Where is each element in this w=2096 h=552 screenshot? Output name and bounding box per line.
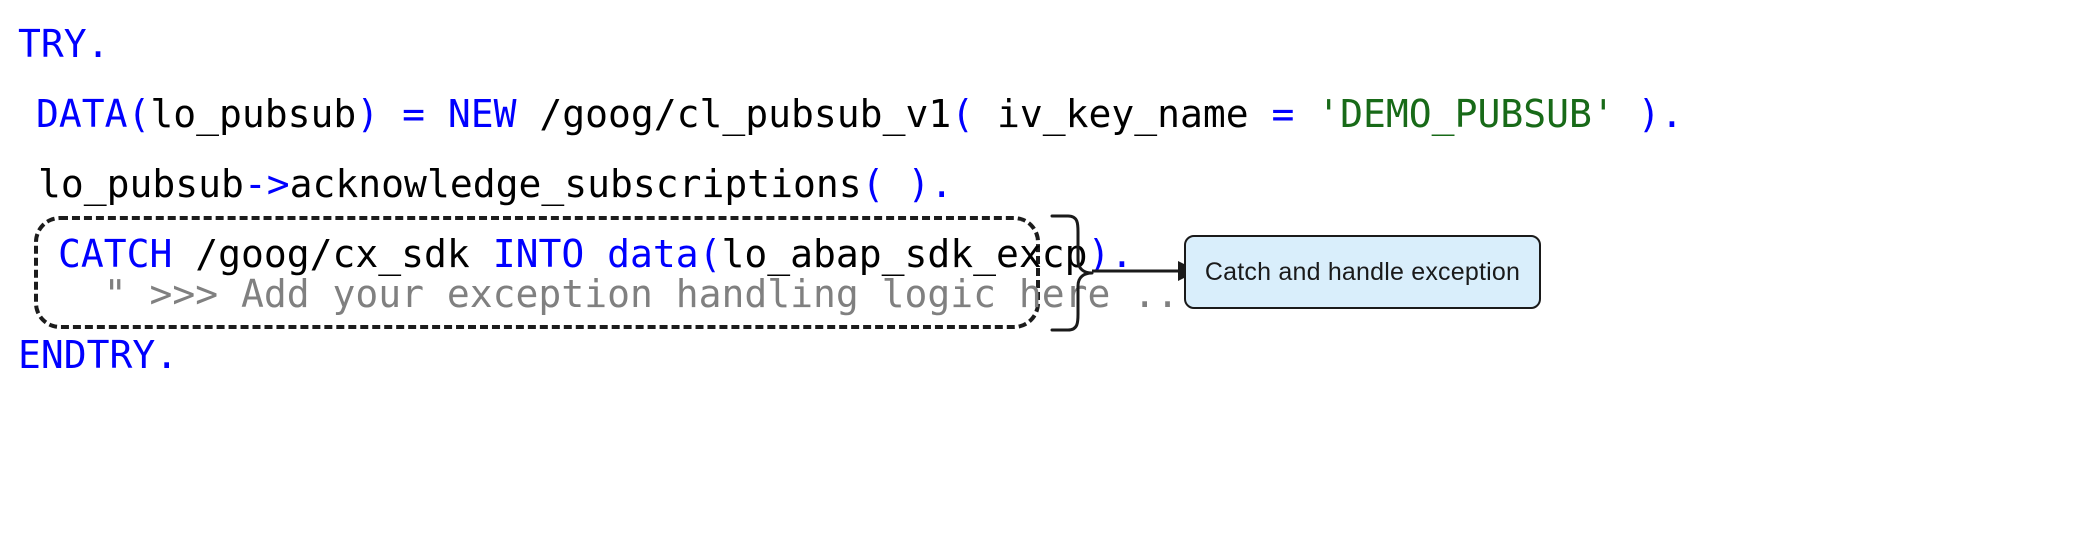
token-method-name: acknowledge_subscriptions — [289, 162, 862, 206]
token-param-iv-key-name: iv_key_name — [974, 92, 1272, 136]
token-space-2 — [425, 92, 448, 136]
token-assign: = — [402, 92, 425, 136]
token-space-5 — [885, 162, 908, 206]
code-line-endtry: ENDTRY. — [18, 333, 178, 377]
token-var-lo-pubsub: lo_pubsub — [150, 92, 357, 136]
token-object-ref: lo_pubsub — [38, 162, 244, 206]
token-string-demo-pubsub: 'DEMO_PUBSUB' — [1317, 92, 1615, 136]
token-class-name: /goog/cl_pubsub_v1 — [516, 92, 952, 136]
annotation-callout: Catch and handle exception — [1184, 235, 1541, 309]
token-statement-period: . — [1660, 92, 1684, 136]
token-keyword-new: NEW — [447, 92, 517, 136]
token-keyword-into: INTO — [492, 232, 585, 276]
code-line-data-declaration: DATA(lo_pubsub) = NEW /goog/cl_pubsub_v1… — [36, 92, 1683, 136]
token-keyword-data: DATA — [36, 92, 128, 136]
token-space-3 — [1294, 92, 1317, 136]
token-keyword-endtry: ENDTRY — [18, 333, 156, 377]
token-endtry-period: . — [155, 333, 179, 377]
token-comment-text: " >>> Add your exception handling logic … — [58, 272, 1202, 316]
token-var-excp: lo_abap_sdk_excp — [721, 232, 1088, 276]
token-method-paren-open: ( — [861, 162, 885, 206]
token-paren-open: ( — [127, 92, 151, 136]
code-line-acknowledge-call: lo_pubsub->acknowledge_subscriptions( ). — [38, 162, 953, 206]
token-arrow-operator: -> — [243, 162, 290, 206]
token-period: . — [86, 22, 110, 66]
token-space-4 — [1615, 92, 1638, 136]
token-exception-class: /goog/cx_sdk — [172, 232, 493, 276]
token-keyword-data-inline: data — [607, 232, 699, 276]
token-method-paren-close: ) — [907, 162, 931, 206]
token-method-period: . — [930, 162, 954, 206]
token-space-1 — [379, 92, 402, 136]
token-call-paren-open: ( — [951, 92, 975, 136]
token-equals: = — [1271, 92, 1295, 136]
token-paren-close: ) — [356, 92, 380, 136]
code-line-comment: " >>> Add your exception handling logic … — [58, 272, 1202, 316]
token-inline-paren-open: ( — [698, 232, 722, 276]
token-space-6 — [584, 232, 607, 276]
token-keyword-catch: CATCH — [58, 232, 173, 276]
code-line-catch: CATCH /goog/cx_sdk INTO data(lo_abap_sdk… — [58, 232, 1133, 276]
code-snippet-canvas: TRY. DATA(lo_pubsub) = NEW /goog/cl_pubs… — [0, 0, 2096, 552]
annotation-callout-label: Catch and handle exception — [1204, 257, 1521, 286]
token-call-paren-close: ) — [1637, 92, 1661, 136]
code-line-try: TRY. — [18, 22, 110, 66]
token-keyword-try: TRY — [18, 22, 87, 66]
